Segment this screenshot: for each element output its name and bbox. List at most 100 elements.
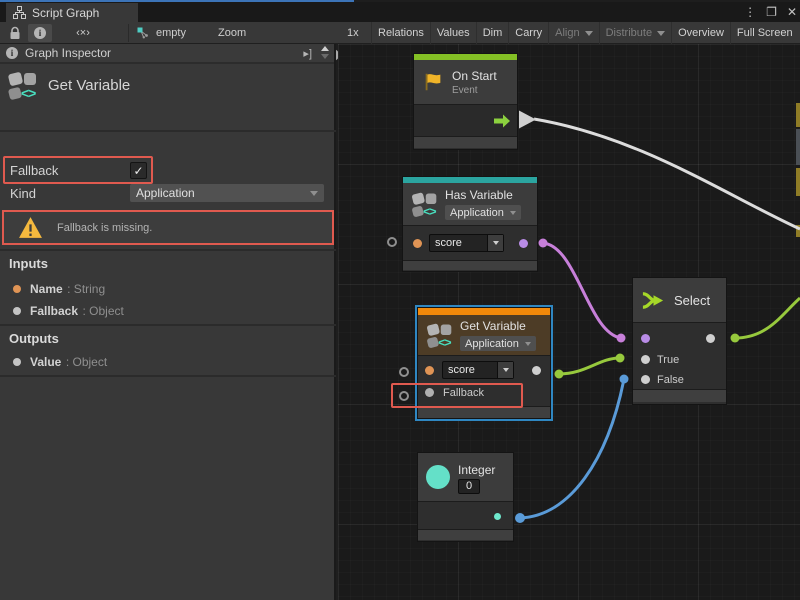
- chevron-down-icon[interactable]: [487, 235, 503, 251]
- variable-icon: <>: [428, 324, 451, 347]
- node-title: Get Variable: [460, 319, 536, 333]
- warning-text: Fallback is missing.: [57, 222, 152, 234]
- chevron-down-icon[interactable]: [497, 362, 513, 378]
- toolbar: i ‹×› empty Zoom 1x Relations Values Dim…: [0, 22, 800, 44]
- tab-title: Script Graph: [32, 6, 99, 20]
- variable-name-field[interactable]: score: [442, 361, 514, 379]
- node-has-variable[interactable]: <> Has Variable Application score: [403, 177, 537, 271]
- kind-dropdown[interactable]: Application: [130, 184, 324, 202]
- scroll-down-icon[interactable]: [321, 54, 329, 59]
- variable-icon: <>: [9, 72, 39, 102]
- graph-reference-label[interactable]: empty: [156, 27, 186, 39]
- node-title: Integer: [458, 463, 495, 477]
- variable-scope-dropdown[interactable]: Application: [460, 336, 536, 351]
- fallback-port-label: Fallback: [443, 387, 484, 399]
- graph-inspector-panel: i Graph Inspector ▸] <> Get Variable Fal…: [0, 44, 336, 600]
- close-icon[interactable]: ✕: [787, 2, 797, 22]
- carry-button[interactable]: Carry: [508, 22, 548, 44]
- fallback-checkbox[interactable]: ✓: [130, 162, 147, 179]
- window-focus-line: [0, 0, 354, 2]
- values-button[interactable]: Values: [430, 22, 476, 44]
- object-port-icon: [13, 307, 21, 315]
- overview-button[interactable]: Overview: [671, 22, 730, 44]
- string-port-icon: [13, 285, 21, 293]
- variables-button[interactable]: ‹×›: [64, 24, 102, 42]
- graph-tab-icon: [13, 6, 26, 19]
- node-title: On Start: [452, 69, 497, 83]
- condition-input-port[interactable]: [641, 334, 650, 343]
- false-port-label: False: [657, 374, 684, 386]
- unconnected-port-ring[interactable]: [387, 237, 397, 247]
- full-screen-button[interactable]: Full Screen: [730, 22, 799, 44]
- offscreen-node-sliver: [796, 129, 800, 165]
- info-icon: i: [34, 27, 46, 39]
- inspected-node-title: Get Variable: [48, 77, 130, 94]
- chevron-down-icon: [657, 31, 665, 36]
- dim-button[interactable]: Dim: [476, 22, 509, 44]
- lock-icon: [9, 26, 21, 40]
- inspector-scroll-arrows[interactable]: [321, 46, 329, 59]
- name-input-port[interactable]: [425, 366, 434, 375]
- inspector-title: Graph Inspector: [25, 46, 111, 60]
- script-graph-window: Script Graph ⋮ ❐ ✕ i ‹×›: [0, 0, 800, 600]
- node-on-start[interactable]: On Start Event: [414, 54, 517, 149]
- dock-icon[interactable]: ▸]: [303, 47, 312, 60]
- input-row-fallback: Fallback : Object: [0, 302, 336, 320]
- offscreen-node-sliver: [796, 168, 800, 196]
- chevron-down-icon: [585, 31, 593, 36]
- offscreen-node-sliver: [796, 225, 800, 237]
- unconnected-port-ring[interactable]: [399, 391, 409, 401]
- inputs-header: Inputs: [9, 256, 48, 271]
- align-button[interactable]: Align: [548, 22, 598, 44]
- maximize-icon[interactable]: ❐: [766, 2, 777, 22]
- graph-reference-icon: [136, 24, 150, 42]
- variable-color-bar: [418, 308, 550, 315]
- info-icon: i: [6, 47, 18, 59]
- graph-inspector-header: i Graph Inspector ▸]: [0, 44, 334, 64]
- offscreen-node-sliver: [796, 103, 800, 127]
- node-get-variable[interactable]: <> Get Variable Application score Fallba…: [418, 308, 550, 418]
- inspected-node-header: <> Get Variable: [0, 66, 334, 130]
- inspector-toggle-button[interactable]: i: [28, 24, 52, 42]
- zoom-label: Zoom: [218, 27, 246, 39]
- kind-value: Application: [130, 186, 305, 200]
- boolean-output-port[interactable]: [519, 239, 528, 248]
- warning-box: Fallback is missing.: [2, 210, 334, 245]
- node-title: Has Variable: [445, 188, 521, 202]
- object-port-icon: [13, 358, 21, 366]
- node-subtitle: Event: [452, 85, 497, 96]
- kind-label: Kind: [10, 186, 36, 201]
- selection-output-port[interactable]: [706, 334, 715, 343]
- relations-button[interactable]: Relations: [371, 22, 430, 44]
- fallback-input-port[interactable]: [425, 388, 434, 397]
- node-integer[interactable]: Integer 0: [418, 453, 513, 541]
- code-icon: ‹×›: [76, 27, 90, 39]
- warning-icon: [18, 216, 43, 239]
- variable-name-field[interactable]: score: [429, 234, 504, 252]
- false-input-port[interactable]: [641, 375, 650, 384]
- control-output-port[interactable]: [493, 113, 511, 129]
- graph-canvas[interactable]: [338, 44, 800, 600]
- outputs-header: Outputs: [9, 331, 59, 346]
- distribute-button[interactable]: Distribute: [599, 22, 671, 44]
- value-output-port[interactable]: [532, 366, 541, 375]
- output-row-value: Value : Object: [0, 353, 336, 371]
- tab-script-graph[interactable]: Script Graph: [6, 3, 138, 22]
- window-menu-icon[interactable]: ⋮: [744, 2, 756, 22]
- name-input-port[interactable]: [413, 239, 422, 248]
- lock-button[interactable]: [4, 24, 26, 42]
- variable-scope-dropdown[interactable]: Application: [445, 205, 521, 220]
- zoom-value: 1x: [347, 27, 359, 39]
- true-input-port[interactable]: [641, 355, 650, 364]
- input-row-name: Name : String: [0, 280, 336, 298]
- node-select[interactable]: Select True False: [633, 278, 726, 404]
- scroll-up-icon[interactable]: [321, 46, 329, 51]
- integer-output-port[interactable]: [494, 513, 501, 520]
- unconnected-port-ring[interactable]: [399, 367, 409, 377]
- integer-value-field[interactable]: 0: [458, 479, 480, 494]
- true-port-label: True: [657, 354, 679, 366]
- flag-icon: [422, 71, 444, 93]
- toolbar-buttons: Relations Values Dim Carry Align Distrib…: [371, 22, 800, 44]
- tab-strip: Script Graph ⋮ ❐ ✕: [0, 2, 800, 22]
- fallback-toggle-label: Fallback: [10, 163, 58, 178]
